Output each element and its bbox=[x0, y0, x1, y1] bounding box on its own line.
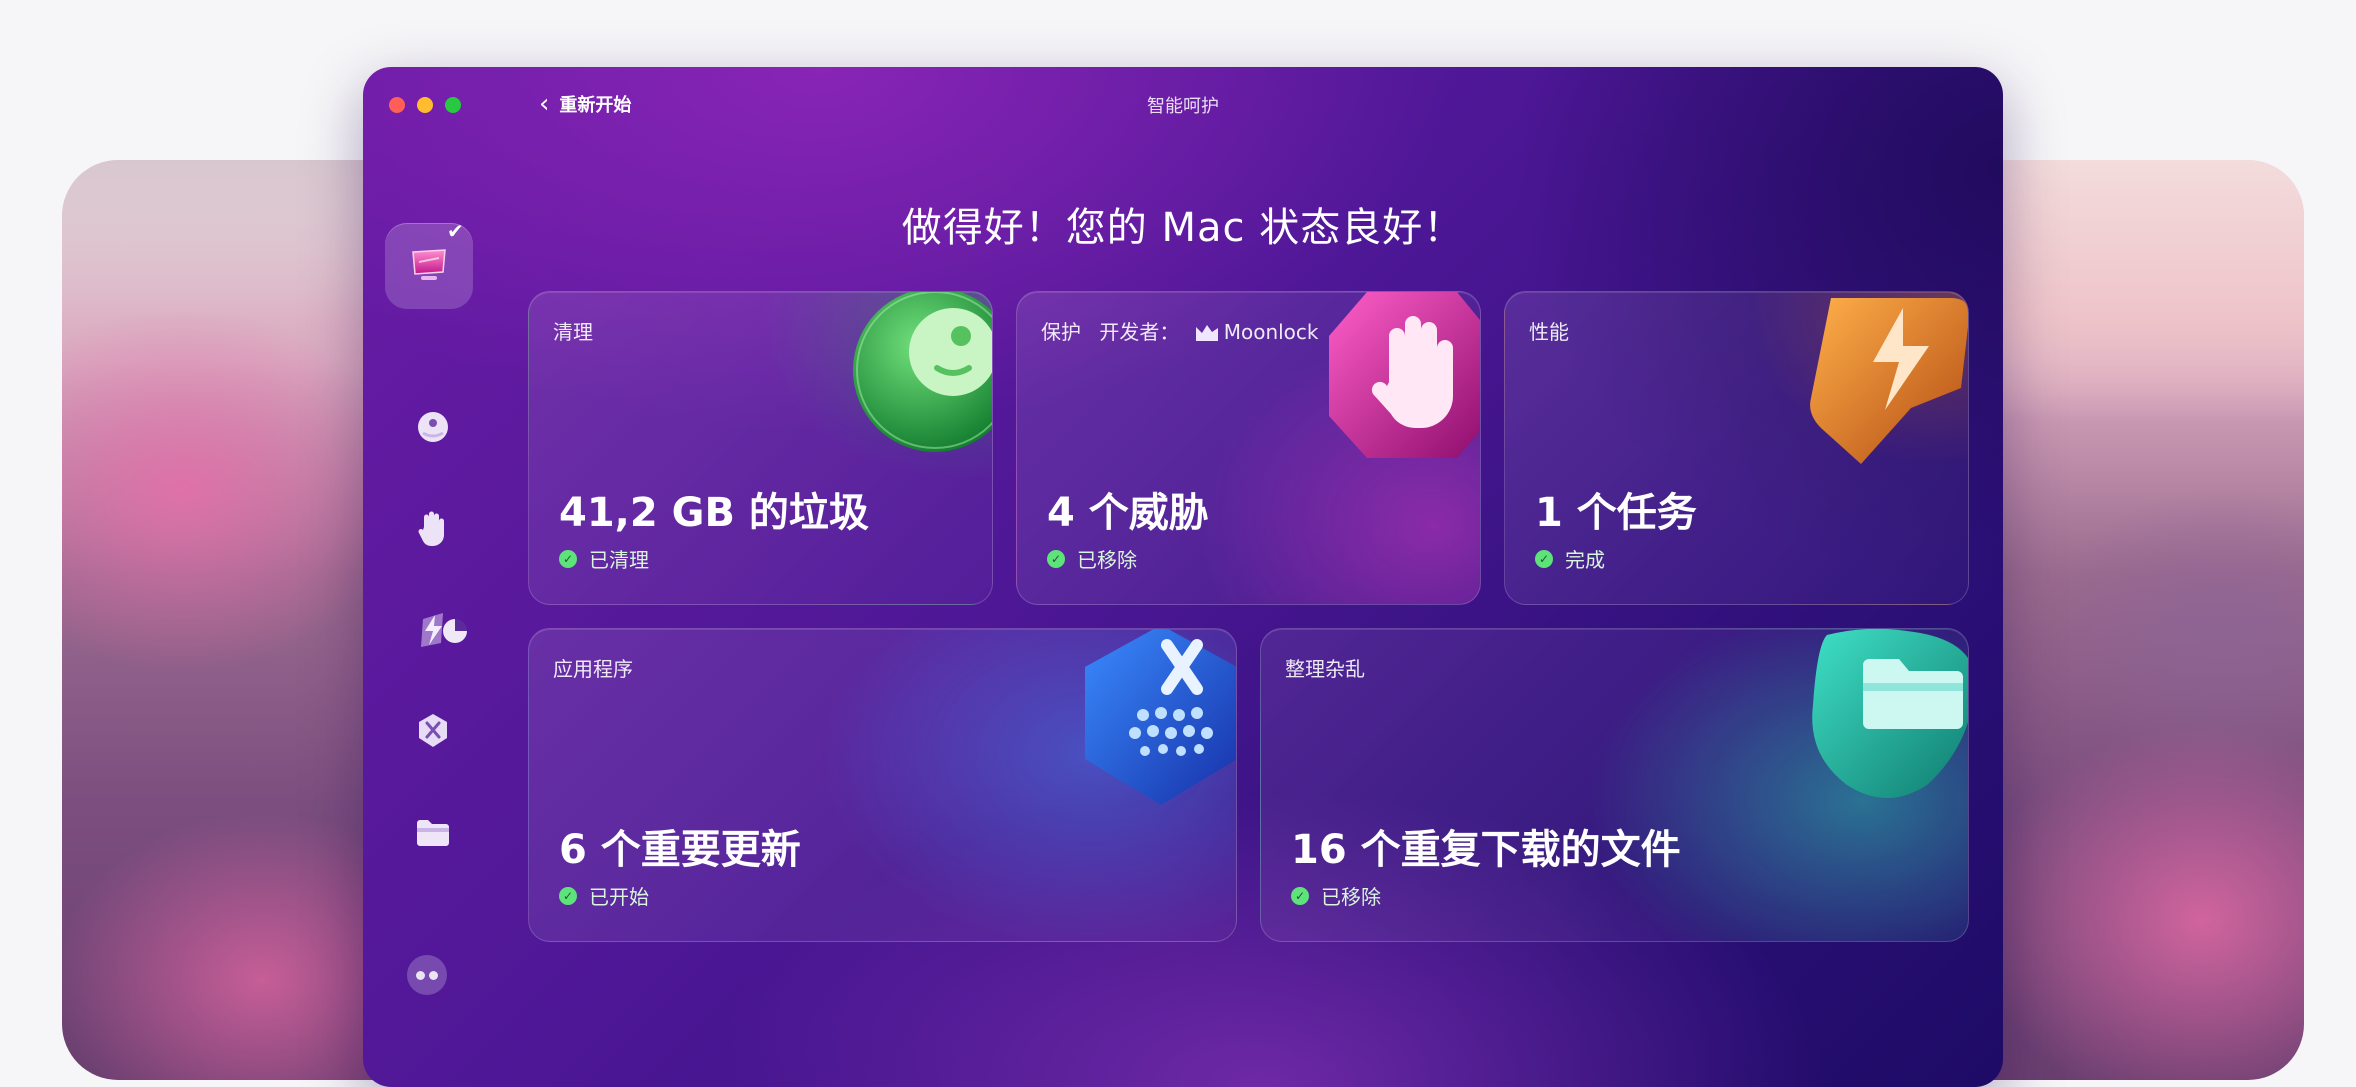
card-cleanup[interactable]: 清理 41,2 GB 的垃圾 ✓ 已清理 bbox=[528, 291, 993, 605]
card-protection-value: 4 个威胁 bbox=[1047, 490, 1209, 536]
assistant-button[interactable] bbox=[407, 955, 447, 995]
card-clutter-label: 整理杂乱 bbox=[1285, 657, 1365, 681]
card-protection[interactable]: 保护 开发者： Moonlock 4 个威胁 ✓ 已移除 bbox=[1016, 291, 1481, 605]
check-circle-icon: ✓ bbox=[1535, 549, 1553, 568]
sidebar-item-clutter[interactable] bbox=[401, 801, 465, 865]
progress-pie-badge bbox=[443, 619, 467, 643]
sidebar-item-cleanup[interactable] bbox=[401, 395, 465, 459]
folder-icon bbox=[1812, 629, 1968, 798]
card-cleanup-status: ✓ 已清理 bbox=[559, 544, 649, 573]
card-clutter-value: 16 个重复下载的文件 bbox=[1291, 827, 1681, 873]
disc-icon bbox=[853, 292, 992, 452]
sky-right bbox=[1974, 160, 2304, 420]
developer-prefix: 开发者： bbox=[1099, 320, 1180, 344]
check-circle-icon: ✓ bbox=[1291, 886, 1309, 905]
bolt-icon bbox=[1810, 298, 1968, 464]
sky-left bbox=[62, 160, 392, 320]
card-performance-value: 1 个任务 bbox=[1535, 490, 1697, 536]
card-applications-label: 应用程序 bbox=[553, 657, 633, 681]
card-performance[interactable]: 性能 1 个任务 ✓ 完成 bbox=[1504, 291, 1969, 605]
card-cleanup-label: 清理 bbox=[553, 320, 593, 344]
check-circle-icon: ✓ bbox=[1047, 549, 1065, 568]
apps-icon bbox=[1085, 629, 1236, 805]
check-circle-icon: ✓ bbox=[559, 886, 577, 905]
window-title: 智能呵护 bbox=[1147, 96, 1219, 117]
stop-hand-icon bbox=[1329, 292, 1480, 458]
assistant-dot-icon bbox=[429, 970, 438, 980]
card-protection-status-text: 已移除 bbox=[1077, 548, 1137, 572]
card-performance-label: 性能 bbox=[1529, 320, 1569, 344]
sidebar-item-applications[interactable] bbox=[401, 699, 465, 763]
card-applications-status-text: 已开始 bbox=[589, 885, 649, 909]
card-applications[interactable]: 应用程序 6 个重要更新 ✓ 已开始 bbox=[528, 628, 1237, 942]
assistant-dot-icon bbox=[416, 970, 425, 980]
page-headline: 做得好！您的 Mac 状态良好！ bbox=[901, 205, 1465, 251]
apps-icon bbox=[419, 714, 447, 747]
card-clutter-status: ✓ 已移除 bbox=[1291, 881, 1381, 910]
card-applications-status: ✓ 已开始 bbox=[559, 881, 649, 910]
folder-icon bbox=[417, 820, 449, 846]
hand-icon bbox=[418, 511, 444, 546]
card-cleanup-value: 41,2 GB 的垃圾 bbox=[559, 490, 869, 536]
sidebar-item-protection[interactable] bbox=[401, 497, 465, 561]
check-circle-icon: ✓ bbox=[559, 549, 577, 568]
app-window: ‹ 重新开始 智能呵护 ✔ 做得好！您的 Mac 状态良好！ 清理 41,2 G… bbox=[363, 67, 2003, 1087]
card-performance-status: ✓ 完成 bbox=[1535, 544, 1605, 573]
disc-icon bbox=[418, 412, 448, 442]
card-applications-value: 6 个重要更新 bbox=[559, 827, 801, 873]
card-protection-status: ✓ 已移除 bbox=[1047, 544, 1137, 573]
card-performance-status-text: 完成 bbox=[1565, 548, 1605, 572]
card-protection-label: 保护 开发者： Moonlock bbox=[1041, 316, 1319, 345]
card-cleanup-status-text: 已清理 bbox=[589, 548, 649, 572]
developer-name: Moonlock bbox=[1223, 320, 1319, 344]
card-clutter[interactable]: 整理杂乱 16 个重复下载的文件 ✓ 已移除 bbox=[1260, 628, 1969, 942]
card-protection-title: 保护 bbox=[1041, 320, 1081, 344]
moonlock-logo-icon bbox=[1195, 325, 1218, 341]
card-clutter-status-text: 已移除 bbox=[1321, 885, 1381, 909]
